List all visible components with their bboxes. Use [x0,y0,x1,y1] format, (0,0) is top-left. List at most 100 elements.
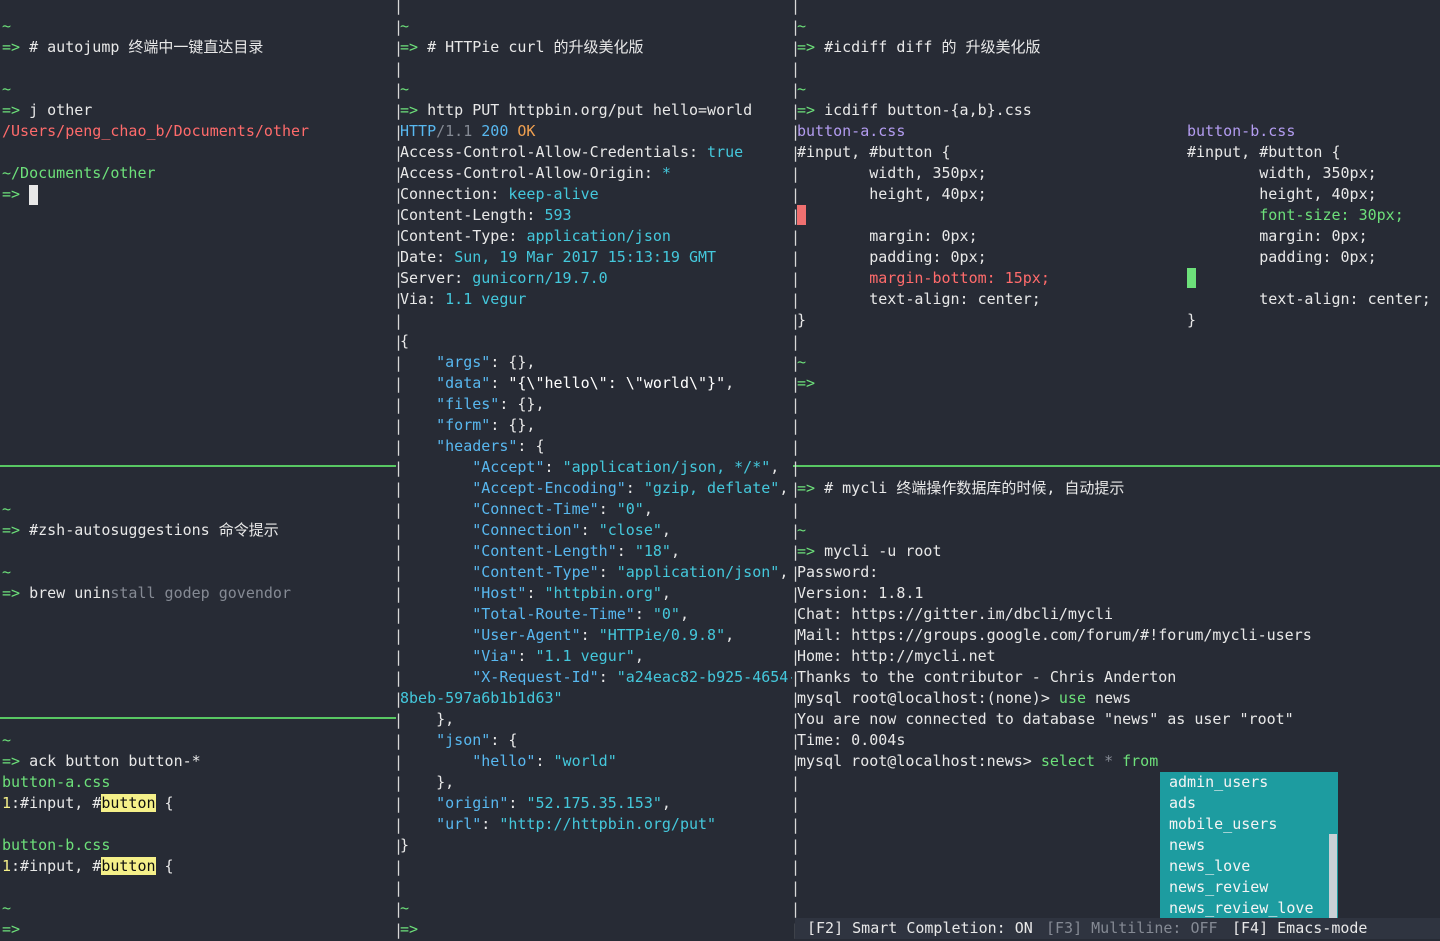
terminal-text: "Via" [472,647,518,665]
pane-autosuggestions[interactable]: ~ => #zsh-autosuggestions 命令提示 ~ => brew un… [2,478,392,608]
terminal-line: "Accept": "application/json, */*", [400,457,779,478]
terminal-text: margin: 0px; [1187,227,1368,245]
terminal-line: font-size: 30px; [1187,205,1404,226]
separator-glyph: | [791,0,801,15]
terminal-line: /Users/peng_chao_b/Documents/other [2,121,309,142]
completion-item[interactable]: news [1160,835,1328,856]
terminal-line: } [1187,310,1196,331]
terminal-text: ~ [797,521,807,539]
pane-ack[interactable]: ~ => ack button button-* button-a.css 1:#in… [2,730,392,939]
completion-scrollbar-thumb[interactable] [1329,834,1337,919]
terminal-line: height, 40px; [797,184,986,205]
terminal-text: , [770,458,780,476]
terminal-text: OK [517,122,536,140]
terminal-line: #input, #button { [1187,142,1341,163]
completion-item[interactable]: news_love [1160,856,1328,877]
terminal-text: : [526,584,545,602]
terminal-line: ~ [797,16,806,37]
pane-mycli[interactable]: => # mycli 终端操作数据库的时候, 自动提示 ~ => mycli -u … [797,478,1440,778]
terminal-text: margin-bottom: 15px; [869,269,1050,287]
terminal-text: # HTTPie curl 的升级美化版 [427,38,644,56]
terminal-line: margin: 0px; [797,226,977,247]
terminal-text: => [2,521,30,539]
terminal-line: 1:#input, #button { [2,793,174,814]
terminal-text: : [580,626,599,644]
separator-glyph: | [791,438,801,456]
terminal-text: ~ [797,80,807,98]
terminal-text: stall godep govendor [110,584,291,602]
separator-glyph: | [791,816,801,834]
terminal-line: "hello": "world" [400,751,617,772]
completion-item[interactable]: news_review_love [1160,898,1328,919]
terminal-line: button-b.css [1187,121,1295,142]
terminal-text: button-b.css [2,836,111,854]
terminal-text: : {}, [490,416,536,434]
pane-autojump[interactable]: ~ => # autojump 终端中一键直达目录 ~ => j other/User… [2,16,392,216]
completion-item[interactable]: ads [1160,793,1328,814]
terminal-text: => [797,101,825,119]
pane-icdiff-left[interactable]: ~ => #icdiff diff 的 升级美化版 ~ => icdiff butto… [797,16,1177,396]
terminal-line: "args": {}, [400,352,535,373]
terminal-text: : [481,815,500,833]
completion-menu[interactable]: admin_users ads mobile_users news news_love n… [1160,772,1328,919]
completion-item[interactable]: admin_users [1160,772,1328,793]
terminal-text: 1 [2,857,12,875]
terminal-line: ~ [2,499,11,520]
terminal-text: ~ [2,563,12,581]
terminal-text: "http://httpbin.org/put" [499,815,717,833]
terminal-line: Home: http://mycli.net [797,646,996,667]
terminal-text: keep-alive [508,185,599,203]
terminal-text: ~ [400,80,410,98]
terminal-line: 1:#input, #button { [2,856,174,877]
terminal-text: 8beb-597a6b1b1d63" [400,689,563,707]
terminal-text: /1.1 [436,122,482,140]
terminal-text: } [797,311,807,329]
terminal-text: : { [490,731,518,749]
terminal-line: } [400,835,409,856]
terminal-line: "Connect-Time": "0", [400,499,653,520]
terminal-text: "files" [436,395,500,413]
terminal-line: => #zsh-autosuggestions 命令提示 [2,520,279,541]
terminal-text: ~ [2,80,12,98]
terminal-text: { [155,857,174,875]
terminal-text: "Connection" [472,521,581,539]
terminal-text: # autojump 终端中一键直达目录 [29,38,264,56]
terminal-text: "close" [598,521,662,539]
pane-httpie[interactable]: ~ => # HTTPie curl 的升级美化版 ~ => http PUT htt… [400,16,792,939]
terminal-text: "application/json" [616,563,780,581]
terminal-text: HTTP [400,122,437,140]
completion-item[interactable]: news_review [1160,877,1328,898]
terminal-line: "form": {}, [400,415,535,436]
terminal-text: => [400,101,428,119]
terminal-text: "data" [436,374,491,392]
status-smart-completion: [F2] Smart Completion: ON [807,919,1033,937]
terminal-text: , [679,605,689,623]
terminal-line: mysql root@localhost:(none)> use news [797,688,1131,709]
terminal-line: => ack button button-* [2,751,201,772]
terminal-line: Connection: keep-alive [400,184,599,205]
terminal-text: , [670,542,680,560]
terminal-line: Thanks to the contributor - Chris Andert… [797,667,1176,688]
terminal-text: #input, #button { [1187,143,1341,161]
terminal-text: Time: 0.004s [797,731,906,749]
terminal-line: => brew uninstall godep govendor [2,583,291,604]
terminal-text: news [1086,689,1132,707]
terminal-line: ~ [2,730,11,751]
completion-item[interactable]: mobile_users [1160,814,1328,835]
terminal-text: "json" [436,731,491,749]
pane-icdiff-right[interactable]: button-b.css #input, #button { width, 350… [1187,16,1440,346]
terminal-text: : [598,563,617,581]
terminal-line: => [797,373,815,394]
terminal-text: } [400,836,410,854]
terminal-text: 200 [481,122,518,140]
terminal-line: height, 40px; [1187,184,1376,205]
terminal-text: { [400,332,410,350]
terminal-line: ~ [797,79,806,100]
